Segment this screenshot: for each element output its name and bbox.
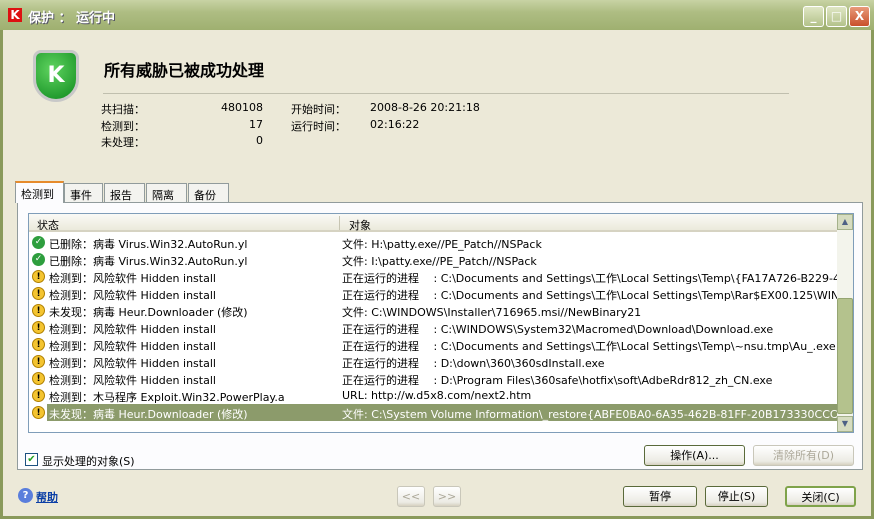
divider [103,93,789,94]
column-status[interactable]: 状态 [37,217,59,233]
time-value: 02:16:22 [370,118,420,131]
row-status: 未发现：病毒 Heur.Downloader (修改) [49,306,248,319]
scroll-down-button[interactable]: ▼ [837,416,853,432]
row-object: 文件: C:\WINDOWS\Installer\716965.msi//New… [342,306,642,319]
protection-window: K 保护 ： 运行中 _ □ X K 所有威胁已被成功处理 共扫描： 48010… [0,0,874,519]
warning-icon: ! [32,270,45,283]
list-item[interactable]: ! 检测到：风险软件 Hidden install 正在运行的进程 : C:\Doc… [29,268,839,285]
close-button[interactable]: 关闭(C) [785,486,856,507]
stat-value: 17 [249,118,263,131]
row-status: 未发现：病毒 Heur.Downloader (修改) [49,408,248,421]
help-link[interactable]: 帮助 [36,489,58,505]
stat-label: 共扫描： [101,103,145,116]
vertical-scrollbar[interactable]: ▲ ▼ [837,214,853,432]
help-icon[interactable]: ? [18,488,33,503]
column-separator[interactable] [339,216,340,230]
stop-button[interactable]: 停止(S) [705,486,768,507]
column-object[interactable]: 对象 [349,217,371,233]
list-item[interactable]: ! 检测到：木马程序 Exploit.Win32.PowerPlay.a URL: … [29,387,839,404]
list-item[interactable]: ! 检测到：风险软件 Hidden install 正在运行的进程 : C:\WIN… [29,319,839,336]
minimize-button[interactable]: _ [803,6,824,27]
row-status: 检测到：风险软件 Hidden install [49,323,216,336]
check-circle-icon: ✓ [32,236,45,249]
check-circle-icon: ✓ [32,253,45,266]
row-object: 正在运行的进程 : C:\Documents and Settings\工作\L… [342,272,837,285]
row-object: 正在运行的进程 : C:\Documents and Settings\工作\L… [342,289,837,302]
row-status: 检测到：风险软件 Hidden install [49,272,216,285]
shield-icon: K [33,50,79,102]
next-button: >> [433,486,461,507]
scroll-thumb[interactable] [837,298,853,414]
action-button[interactable]: 操作(A)... [644,445,745,466]
list-item[interactable]: ! 未发现：病毒 Heur.Downloader (修改) 文件: C:\Syste… [29,404,839,421]
warning-icon: ! [32,304,45,317]
tab-detected[interactable]: 检测到 [15,181,64,203]
row-object: URL: http://w.d5x8.com/next2.htm [342,389,532,402]
stat-value: 480108 [221,101,263,114]
warning-icon: ! [32,338,45,351]
row-object: 文件: I:\patty.exe//PE_Patch//NSPack [342,255,537,268]
list-item[interactable]: ✓ 已删除：病毒 Virus.Win32.AutoRun.yl 文件: H:\pat… [29,234,839,251]
time-value: 2008-8-26 20:21:18 [370,101,480,114]
warning-icon: ! [32,389,45,402]
kaspersky-logo-icon: K [8,8,22,22]
warning-icon: ! [32,355,45,368]
stat-value: 0 [256,134,263,147]
warning-icon: ! [32,372,45,385]
title-bar[interactable]: K 保护 ： 运行中 _ □ X [0,0,874,30]
row-status: 已删除：病毒 Virus.Win32.AutoRun.yl [49,255,248,268]
row-status: 检测到：风险软件 Hidden install [49,374,216,387]
close-window-button[interactable]: X [849,6,870,27]
window-title: 保护 ： 运行中 [28,11,116,26]
warning-icon: ! [32,321,45,334]
stat-label: 未处理： [101,136,145,149]
list-header: 状态 对象 [29,214,839,232]
maximize-button[interactable]: □ [826,6,847,27]
show-processed-label[interactable]: 显示处理的对象(S) [42,453,135,469]
warning-icon: ! [32,287,45,300]
list-item[interactable]: ✓ 已删除：病毒 Virus.Win32.AutoRun.yl 文件: I:\pat… [29,251,839,268]
stat-label: 检测到： [101,120,145,133]
clear-all-button: 清除所有(D) [753,445,854,466]
list-item[interactable]: ! 检测到：风险软件 Hidden install 正在运行的进程 : C:\Doc… [29,285,839,302]
row-object: 正在运行的进程 : C:\WINDOWS\System32\Macromed\D… [342,323,774,336]
scroll-up-button[interactable]: ▲ [837,214,853,230]
warning-icon: ! [32,406,45,419]
tab-reports[interactable]: 报告 [104,183,145,203]
row-object: 文件: H:\patty.exe//PE_Patch//NSPack [342,238,542,251]
row-object: 文件: C:\System Volume Information\_restor… [342,408,837,421]
show-processed-checkbox[interactable]: ✔ [25,453,38,466]
list-item[interactable]: ! 未发现：病毒 Heur.Downloader (修改) 文件: C:\WINDO… [29,302,839,319]
time-label: 运行时间： [291,120,346,133]
row-status: 已删除：病毒 Virus.Win32.AutoRun.yl [49,238,248,251]
row-status: 检测到：木马程序 Exploit.Win32.PowerPlay.a [49,391,285,404]
pause-button[interactable]: 暂停 [623,486,697,507]
tab-quarantine[interactable]: 隔离 [146,183,187,203]
row-status: 检测到：风险软件 Hidden install [49,357,216,370]
list-item[interactable]: ! 检测到：风险软件 Hidden install 正在运行的进程 : D:\dow… [29,353,839,370]
tab-events[interactable]: 事件 [64,183,103,203]
prev-button: << [397,486,425,507]
threat-list[interactable]: 状态 对象 ✓ 已删除：病毒 Virus.Win32.AutoRun.yl 文件: … [28,213,854,433]
tab-backup[interactable]: 备份 [188,183,229,203]
row-status: 检测到：风险软件 Hidden install [49,340,216,353]
row-object: 正在运行的进程 : D:\down\360\360sdInstall.exe [342,357,605,370]
detected-panel: 状态 对象 ✓ 已删除：病毒 Virus.Win32.AutoRun.yl 文件: … [17,202,863,470]
list-item[interactable]: ! 检测到：风险软件 Hidden install 正在运行的进程 : C:\Doc… [29,336,839,353]
row-object: 正在运行的进程 : D:\Program Files\360safe\hotfi… [342,374,773,387]
list-item[interactable]: ! 检测到：风险软件 Hidden install 正在运行的进程 : D:\Pro… [29,370,839,387]
time-label: 开始时间： [291,103,346,116]
row-status: 检测到：风险软件 Hidden install [49,289,216,302]
row-object: 正在运行的进程 : C:\Documents and Settings\工作\L… [342,340,836,353]
status-headline: 所有威胁已被成功处理 [104,61,265,80]
